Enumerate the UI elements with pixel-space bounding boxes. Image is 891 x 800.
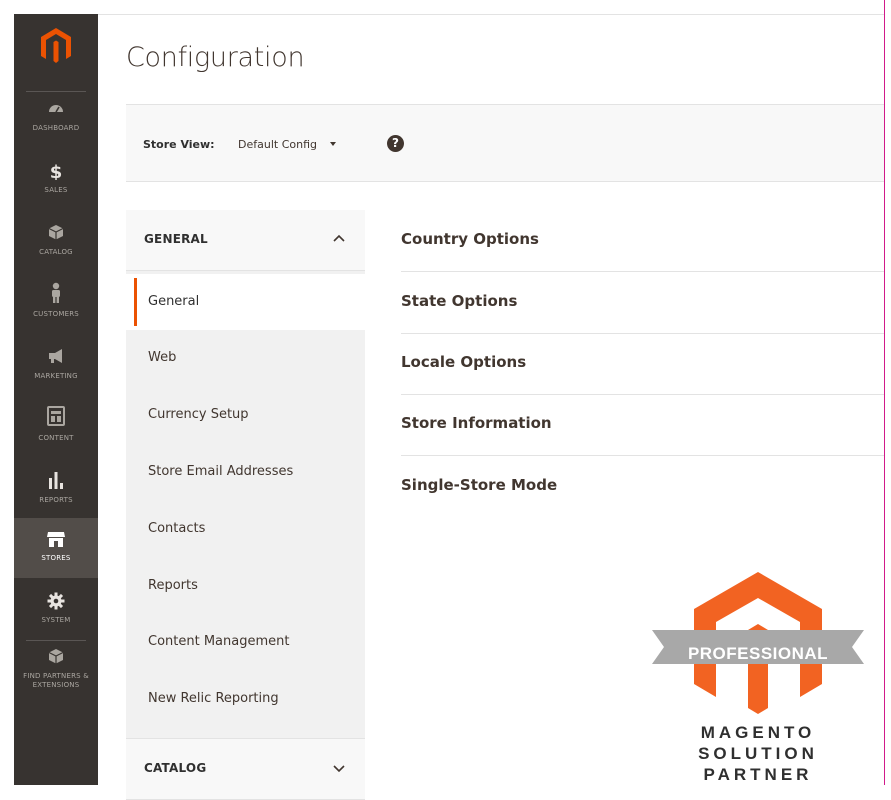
tab-item-contacts[interactable]: Contacts — [126, 501, 365, 557]
sidebar-item-stores[interactable]: STORES — [14, 518, 98, 578]
tab-item-label: Content Management — [148, 634, 290, 649]
sidebar-item-content[interactable]: CONTENT — [14, 406, 98, 460]
section-title: Country Options — [401, 230, 539, 248]
help-question-icon[interactable]: ? — [387, 135, 404, 152]
sidebar-item-label: CONTENT — [38, 434, 74, 442]
sidebar-item-label: MARKETING — [34, 372, 78, 380]
sidebar-item-label: SYSTEM — [41, 616, 71, 624]
section-single-store-mode[interactable]: Single-Store Mode — [401, 456, 884, 517]
sidebar-item-find-partners[interactable]: FIND PARTNERS & EXTENSIONS — [14, 648, 98, 704]
section-store-information[interactable]: Store Information — [401, 394, 884, 456]
tab-group-title: CATALOG — [144, 761, 207, 775]
megaphone-icon — [14, 348, 98, 370]
tab-item-label: General — [148, 294, 200, 309]
sidebar-item-label: REPORTS — [39, 496, 73, 504]
store-view-label: Store View: — [143, 138, 215, 151]
section-title: Single-Store Mode — [401, 476, 558, 494]
bar-chart-icon — [14, 470, 98, 494]
tab-item-label: Reports — [148, 578, 198, 593]
tab-group-general[interactable]: GENERAL — [126, 210, 365, 271]
sidebar-item-marketing[interactable]: MARKETING — [14, 348, 98, 398]
layout-icon — [14, 406, 98, 432]
badge-line-solution: SOLUTION — [698, 744, 818, 763]
tab-item-web[interactable]: Web — [126, 330, 365, 386]
magento-logo-icon[interactable] — [36, 26, 76, 66]
svg-text:$: $ — [50, 162, 63, 180]
section-locale-options[interactable]: Locale Options — [401, 333, 884, 395]
badge-line-partner: PARTNER — [703, 765, 813, 784]
page-title: Configuration — [126, 42, 305, 73]
admin-sidebar: DASHBOARD $ SALES CATALOG CUSTOMERS MARK… — [14, 14, 98, 785]
tab-group-title: GENERAL — [144, 232, 208, 246]
section-state-options[interactable]: State Options — [401, 272, 884, 334]
sidebar-item-reports[interactable]: REPORTS — [14, 470, 98, 520]
sidebar-item-label: CUSTOMERS — [33, 310, 79, 318]
tab-item-label: Store Email Addresses — [148, 464, 294, 479]
section-country-options[interactable]: Country Options — [401, 210, 884, 272]
storefront-icon — [14, 530, 98, 552]
sidebar-item-system[interactable]: SYSTEM — [14, 592, 98, 642]
store-view-bar: Store View: Default Config ? — [126, 104, 884, 182]
tab-item-label: New Relic Reporting — [148, 691, 279, 706]
section-title: Store Information — [401, 414, 552, 432]
sidebar-item-dashboard[interactable]: DASHBOARD — [14, 100, 98, 150]
sidebar-item-catalog[interactable]: CATALOG — [14, 224, 98, 274]
sidebar-item-label: DASHBOARD — [32, 124, 80, 132]
config-tabs: GENERAL General Web Currency Setup Store… — [126, 210, 365, 800]
chevron-up-icon — [333, 234, 345, 242]
window-top-edge — [0, 0, 884, 15]
tab-item-new-relic-reporting[interactable]: New Relic Reporting — [126, 671, 365, 727]
person-icon — [14, 282, 98, 308]
tab-item-label: Contacts — [148, 521, 206, 536]
dashboard-icon — [14, 100, 98, 122]
badge-ribbon-label: PROFESSIONAL — [687, 644, 829, 663]
store-view-dropdown[interactable]: Default Config — [238, 138, 317, 151]
gear-icon — [14, 592, 98, 614]
tab-item-store-email-addresses[interactable]: Store Email Addresses — [126, 444, 365, 500]
tab-item-label: Currency Setup — [148, 407, 249, 422]
section-title: State Options — [401, 292, 518, 310]
dollar-icon: $ — [14, 162, 98, 184]
sidebar-item-label: STORES — [41, 554, 71, 562]
chevron-down-icon — [333, 765, 345, 773]
magento-badge-logo-icon — [652, 572, 864, 714]
sidebar-item-label: SALES — [44, 186, 68, 194]
badge-line-magento: MAGENTO — [700, 723, 816, 742]
tab-group-catalog[interactable]: CATALOG — [126, 738, 365, 800]
sidebar-divider — [26, 640, 86, 641]
window-left-edge — [0, 14, 14, 785]
active-indicator — [134, 278, 137, 326]
tab-item-currency-setup[interactable]: Currency Setup — [126, 387, 365, 443]
sidebar-item-sales[interactable]: $ SALES — [14, 162, 98, 212]
sidebar-divider — [26, 91, 86, 92]
section-title: Locale Options — [401, 353, 527, 371]
tab-item-general[interactable]: General — [126, 274, 365, 330]
window-right-border — [884, 0, 885, 785]
box-icon — [14, 224, 98, 246]
tab-item-content-management[interactable]: Content Management — [126, 614, 365, 670]
cube-icon — [14, 648, 98, 670]
tab-item-reports[interactable]: Reports — [126, 558, 365, 614]
partner-badge: PROFESSIONAL MAGENTO SOLUTION PARTNER — [652, 568, 864, 785]
sidebar-item-label: CATALOG — [39, 248, 73, 256]
caret-down-icon[interactable] — [330, 142, 336, 146]
sidebar-item-label: FIND PARTNERS & EXTENSIONS — [23, 672, 89, 689]
sidebar-item-customers[interactable]: CUSTOMERS — [14, 282, 98, 336]
tab-item-label: Web — [148, 350, 177, 365]
